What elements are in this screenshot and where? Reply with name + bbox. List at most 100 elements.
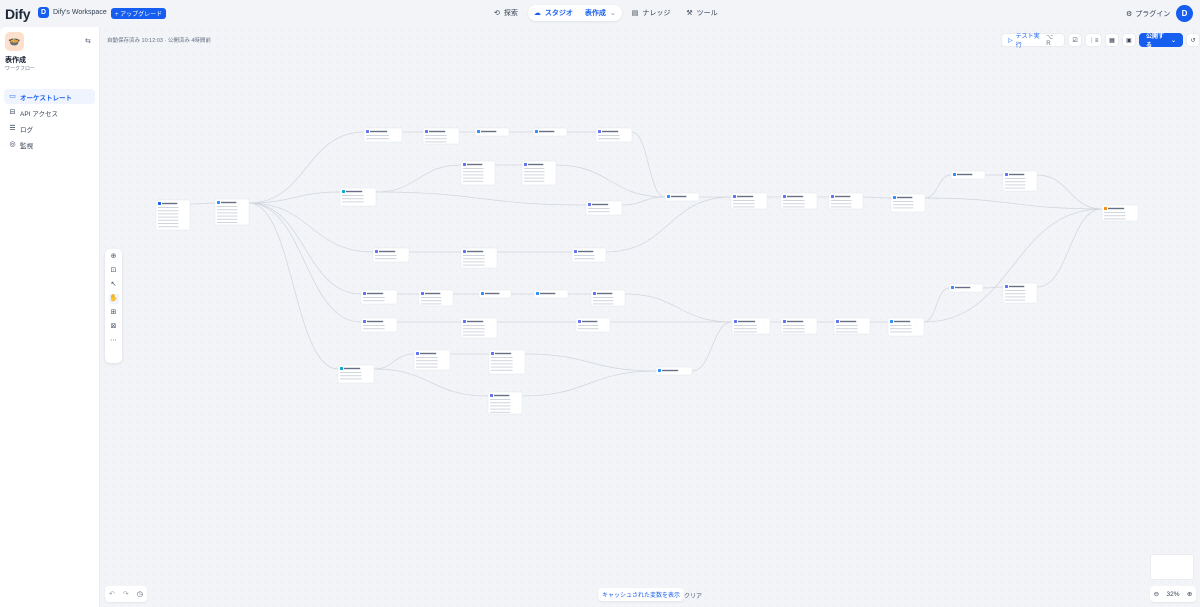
workflow-node[interactable] [730, 192, 768, 210]
workflow-node[interactable] [664, 192, 700, 202]
workflow-node[interactable] [585, 200, 623, 216]
workflow-node[interactable] [521, 160, 557, 186]
more-icon[interactable]: ⋯ [109, 336, 119, 346]
node-type-icon [366, 130, 369, 133]
plugin-button[interactable]: ⚙ プラグイン [1126, 9, 1170, 19]
node-type-icon [342, 190, 345, 193]
user-avatar[interactable]: D [1176, 5, 1193, 22]
clear-button[interactable]: クリア [684, 591, 702, 600]
node-type-icon [734, 320, 737, 323]
workflow-node[interactable] [413, 349, 451, 371]
workflow-node[interactable] [418, 289, 454, 307]
workflow-node[interactable] [478, 289, 512, 299]
add-node-icon[interactable]: ⊕ [109, 252, 119, 262]
history-icon[interactable]: ◷ [137, 590, 143, 598]
workflow-node[interactable] [460, 160, 496, 186]
zoom-level[interactable]: 32% [1166, 591, 1179, 598]
workflow-node[interactable] [422, 127, 460, 145]
workflow-edge [691, 321, 733, 372]
workflow-node[interactable] [339, 187, 377, 207]
workflow-node[interactable] [595, 127, 633, 143]
workflow-node[interactable] [655, 366, 693, 376]
undo-icon[interactable]: ↶ [109, 590, 115, 598]
sidebar-item-logs[interactable]: ☰ ログ [4, 121, 95, 136]
current-app-name[interactable]: 表作成 [585, 8, 606, 18]
workflow-edge [1036, 174, 1103, 210]
sidebar-item-api[interactable]: ⊟ API アクセス [4, 105, 95, 120]
workflow-node[interactable] [950, 170, 986, 180]
sidebar-menu: ▭ オーケストレート ⊟ API アクセス ☰ ログ ◎ 監視 [4, 89, 95, 153]
node-type-icon [421, 292, 424, 295]
node-type-icon [217, 201, 220, 204]
workflow-node[interactable] [214, 198, 250, 226]
workflow-edge [521, 370, 657, 397]
node-type-icon [1005, 285, 1008, 288]
workflow-node[interactable] [780, 192, 818, 210]
workflow-node[interactable] [780, 317, 818, 335]
upgrade-button[interactable]: + アップグレード [111, 8, 167, 19]
workflow-node[interactable] [533, 289, 569, 299]
workflow-node[interactable] [575, 317, 611, 333]
sidebar-collapse-icon[interactable]: ⇆ [85, 37, 92, 45]
nav-knowledge[interactable]: ▤ ナレッジ [626, 5, 677, 21]
workflow-edge [248, 202, 374, 253]
workflow-node[interactable] [363, 127, 403, 143]
tools-icon: ⚒ [686, 10, 693, 17]
workflow-node[interactable] [1002, 170, 1038, 192]
workflow-node[interactable] [1101, 204, 1139, 222]
zoom-out-icon[interactable]: ⊖ [1154, 590, 1159, 598]
redo-icon[interactable]: ↷ [123, 590, 129, 598]
workflow-node[interactable] [571, 247, 607, 263]
sidebar-item-monitor[interactable]: ◎ 監視 [4, 137, 95, 152]
show-cached-variables-button[interactable]: キャッシュされた変数を表示 [598, 588, 685, 601]
workflow-node[interactable] [372, 247, 410, 263]
workflow-node[interactable] [1002, 282, 1038, 304]
nav-studio[interactable]: ☁ スタジオ 表作成 ⌄ [527, 5, 622, 21]
sidebar-item-label: オーケストレート [20, 94, 72, 102]
workflow-node[interactable] [460, 247, 498, 269]
workflow-node[interactable] [460, 317, 498, 339]
add-note-icon[interactable]: ⊡ [109, 266, 119, 276]
workflow-node[interactable] [828, 192, 864, 210]
node-type-icon [490, 394, 493, 397]
nav-explore-label: 探索 [503, 10, 518, 17]
hand-icon[interactable]: ✋ [108, 294, 119, 304]
app-sidebar: 🍲 ⇆ 表作成 ワークフロー ▭ オーケストレート ⊟ API アクセス ☰ ロ… [0, 27, 100, 607]
workflow-node[interactable] [887, 317, 925, 337]
workflow-node[interactable] [948, 283, 984, 293]
workflow-node[interactable] [488, 349, 526, 375]
workflow-node[interactable] [155, 199, 191, 231]
workflow-node[interactable] [731, 317, 771, 335]
export-image-icon[interactable]: ⊠ [109, 322, 119, 332]
node-type-icon [477, 130, 480, 133]
sidebar-item-orchestrate[interactable]: ▭ オーケストレート [4, 89, 95, 104]
nav-tools[interactable]: ⚒ ツール [680, 5, 723, 21]
node-type-icon [658, 369, 661, 372]
sidebar-item-label: API アクセス [20, 110, 58, 118]
workflow-node[interactable] [890, 193, 926, 213]
workflow-node[interactable] [532, 127, 568, 137]
node-type-icon [463, 320, 466, 323]
studio-icon: ☁ [533, 10, 541, 17]
workflow-node[interactable] [487, 391, 523, 415]
organize-icon[interactable]: ⊞ [109, 308, 119, 318]
workflow-node[interactable] [590, 289, 626, 307]
node-type-icon [836, 320, 839, 323]
workflow-node[interactable] [360, 289, 398, 305]
workflow-canvas[interactable]: 自動保存済み 10:12:03 · 公開済み 4時間前 ▷ テスト実行 ⌥ R … [101, 27, 1200, 607]
node-type-icon [340, 367, 343, 370]
workflow-node[interactable] [833, 317, 871, 335]
workspace-switcher[interactable]: D Dify's Workspace ⌄ [38, 7, 117, 18]
pointer-icon[interactable]: ↖ [109, 280, 119, 290]
minimap[interactable] [1150, 554, 1194, 580]
workflow-edge [189, 202, 216, 205]
workflow-edge [375, 164, 462, 193]
node-type-icon [953, 173, 956, 176]
nav-explore[interactable]: ⟲ 探索 [488, 5, 524, 21]
workflow-node[interactable] [474, 127, 510, 137]
workflow-node[interactable] [360, 317, 398, 333]
workflow-node[interactable] [337, 364, 375, 384]
node-type-icon [491, 352, 494, 355]
dify-logo[interactable]: Dify [5, 6, 31, 22]
zoom-in-icon[interactable]: ⊕ [1187, 590, 1192, 598]
